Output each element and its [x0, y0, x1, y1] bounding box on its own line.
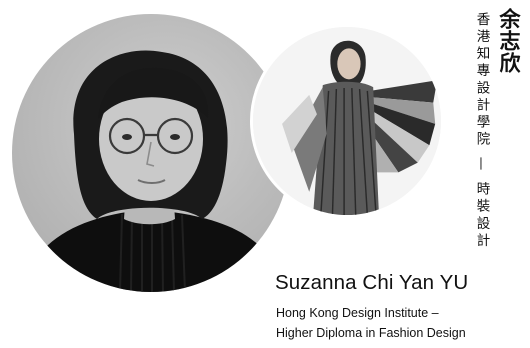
- chinese-institution: 香港知專設計學院 — 時裝設計: [473, 12, 490, 251]
- chinese-name: 余志欣: [497, 8, 521, 74]
- fashion-illustration: [253, 27, 441, 215]
- portrait-illustration: [22, 50, 284, 292]
- english-name: Suzanna Chi Yan YU: [275, 271, 469, 294]
- program-info: Hong Kong Design Institute – Higher Dipl…: [276, 303, 466, 343]
- institution-line-1: Hong Kong Design Institute –: [276, 306, 439, 320]
- designer-portrait-photo: [12, 14, 290, 292]
- fashion-garment-photo: [250, 24, 444, 218]
- institution-line-2: Higher Diploma in Fashion Design: [276, 326, 466, 340]
